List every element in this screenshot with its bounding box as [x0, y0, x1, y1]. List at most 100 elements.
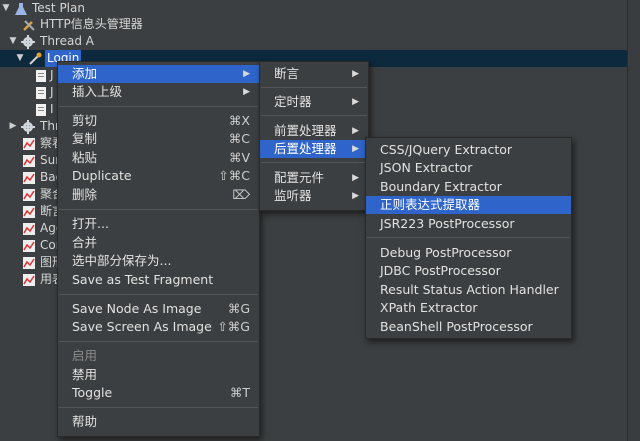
submenu-arrow-icon: ▶ [352, 173, 359, 183]
menu-item-label: 禁用 [72, 367, 98, 382]
gear-icon [21, 35, 35, 49]
menu-item-copy[interactable]: 复制 ⌘C [58, 130, 259, 148]
menu-item-shortcut: ⇧⌘G [217, 319, 250, 334]
menu-separator [59, 106, 258, 107]
menu-item-duplicate[interactable]: Duplicate ⇧⌘C [58, 167, 259, 185]
menu-item-css-jquery-extractor[interactable]: CSS/JQuery Extractor [366, 141, 571, 159]
menu-separator [59, 209, 258, 210]
tree-node-label: Test Plan [32, 1, 85, 15]
menu-item-label: 监听器 [274, 188, 312, 203]
menu-item-insert-parent[interactable]: 插入上级 ▶ [58, 83, 259, 101]
tree-node-label: I [50, 102, 54, 116]
menu-item-label: CSS/JQuery Extractor [380, 142, 513, 157]
menu-separator [261, 162, 367, 163]
menu-item-enable: 启用 [58, 347, 259, 365]
menu-item-json-extractor[interactable]: JSON Extractor [366, 159, 571, 177]
menu-separator [367, 237, 570, 238]
menu-item-label: 合并 [72, 235, 98, 250]
menu-item-help[interactable]: 帮助 [58, 413, 259, 431]
menu-item-save-node-as-image[interactable]: Save Node As Image ⌘G [58, 300, 259, 318]
submenu-arrow-icon: ▶ [352, 69, 359, 79]
menu-item-toggle[interactable]: Toggle ⌘T [58, 384, 259, 402]
gear-icon [21, 120, 35, 134]
menu-item-label: 定时器 [274, 94, 312, 109]
doc-icon [34, 69, 48, 83]
menu-item-label: Save as Test Fragment [72, 272, 214, 287]
menu-item-jsr223-postprocessor[interactable]: JSR223 PostProcessor [366, 215, 571, 233]
menu-item-label: 复制 [72, 131, 98, 146]
graph-icon [22, 171, 36, 185]
doc-icon [34, 103, 48, 117]
menu-item-paste[interactable]: 粘贴 ⌘V [58, 149, 259, 167]
expand-arrow-icon[interactable]: ▼ [15, 50, 25, 67]
menu-item-label: 选中部分保存为... [72, 253, 172, 268]
menu-item-label: 断言 [274, 66, 300, 81]
menu-item-label: BeanShell PostProcessor [380, 319, 533, 334]
menu-item-boundary-extractor[interactable]: Boundary Extractor [366, 178, 571, 196]
menu-item-label: 粘贴 [72, 150, 98, 165]
submenu-arrow-icon: ▶ [352, 144, 359, 154]
graph-icon [22, 137, 36, 151]
tree-node-label: J [50, 85, 54, 99]
menu-item-save-selection-as[interactable]: 选中部分保存为... [58, 252, 259, 270]
tree-node-label: Thread A [40, 34, 94, 48]
expand-arrow-icon[interactable]: ▼ [8, 33, 18, 50]
menu-item-listeners[interactable]: 监听器 ▶ [260, 187, 368, 205]
menu-item-pre-processors[interactable]: 前置处理器 ▶ [260, 122, 368, 140]
menu-item-label: 前置处理器 [274, 123, 337, 138]
menu-item-open[interactable]: 打开... [58, 215, 259, 233]
menu-item-label: 删除 [72, 187, 98, 202]
menu-item-xpath-extractor[interactable]: XPath Extractor [366, 299, 571, 317]
context-menu: 添加 ▶ 插入上级 ▶ 剪切 ⌘X 复制 ⌘C 粘贴 ⌘V Duplicate … [57, 61, 260, 437]
menu-item-config-elements[interactable]: 配置元件 ▶ [260, 169, 368, 187]
menu-item-label: 剪切 [72, 113, 98, 128]
menu-item-add[interactable]: 添加 ▶ [58, 65, 259, 83]
menu-item-label: 打开... [72, 216, 109, 231]
menu-item-shortcut: ⌘G [227, 301, 250, 316]
menu-item-label: JSR223 PostProcessor [380, 216, 515, 231]
menu-item-cut[interactable]: 剪切 ⌘X [58, 112, 259, 130]
menu-item-label: Duplicate [72, 168, 132, 183]
menu-item-label: Result Status Action Handler [380, 282, 559, 297]
menu-item-post-processors[interactable]: 后置处理器 ▶ [260, 140, 368, 158]
menu-item-save-screen-as-image[interactable]: Save Screen As Image ⇧⌘G [58, 318, 259, 336]
menu-item-save-as-test-fragment[interactable]: Save as Test Fragment [58, 271, 259, 289]
menu-item-label: JSON Extractor [380, 160, 473, 175]
menu-separator [59, 294, 258, 295]
pipette-icon [28, 52, 42, 66]
menu-item-shortcut: ⌘X [228, 113, 250, 128]
menu-separator [261, 87, 367, 88]
menu-item-shortcut: ⌘T [229, 385, 250, 400]
delete-key-icon: ⌦ [232, 187, 250, 202]
doc-icon [34, 86, 48, 100]
menu-item-disable[interactable]: 禁用 [58, 366, 259, 384]
menu-item-jdbc-postprocessor[interactable]: JDBC PostProcessor [366, 262, 571, 280]
menu-item-label: 启用 [72, 348, 98, 363]
menu-item-label: 插入上级 [72, 84, 123, 99]
menu-item-debug-postprocessor[interactable]: Debug PostProcessor [366, 244, 571, 262]
expand-arrow-icon[interactable]: ▼ [1, 0, 11, 17]
menu-item-delete[interactable]: 删除 ⌦ [58, 186, 259, 204]
submenu-arrow-icon: ▶ [352, 97, 359, 107]
menu-item-merge[interactable]: 合并 [58, 234, 259, 252]
menu-item-beanshell-postprocessor[interactable]: BeanShell PostProcessor [366, 318, 571, 336]
wrench-icon [22, 18, 36, 32]
menu-item-timers[interactable]: 定时器 ▶ [260, 93, 368, 111]
menu-separator [59, 341, 258, 342]
menu-item-result-status-action-handler[interactable]: Result Status Action Handler [366, 281, 571, 299]
menu-item-regex-extractor[interactable]: 正则表达式提取器 [366, 196, 571, 214]
menu-item-label: 添加 [72, 66, 98, 81]
menu-item-label: 后置处理器 [274, 141, 337, 156]
menu-separator [59, 407, 258, 408]
menu-item-label: Boundary Extractor [380, 179, 502, 194]
graph-icon [22, 273, 36, 287]
menu-item-label: Save Node As Image [72, 301, 202, 316]
menu-separator [261, 115, 367, 116]
menu-item-label: 配置元件 [274, 170, 325, 185]
menu-item-assertions[interactable]: 断言 ▶ [260, 65, 368, 83]
add-submenu: 断言 ▶ 定时器 ▶ 前置处理器 ▶ 后置处理器 ▶ 配置元件 ▶ 监听器 ▶ [259, 61, 369, 211]
menu-item-shortcut: ⌘V [228, 150, 250, 165]
collapse-arrow-icon[interactable]: ▶ [8, 118, 18, 135]
vertical-scrollbar[interactable] [627, 0, 640, 441]
graph-icon [22, 256, 36, 270]
